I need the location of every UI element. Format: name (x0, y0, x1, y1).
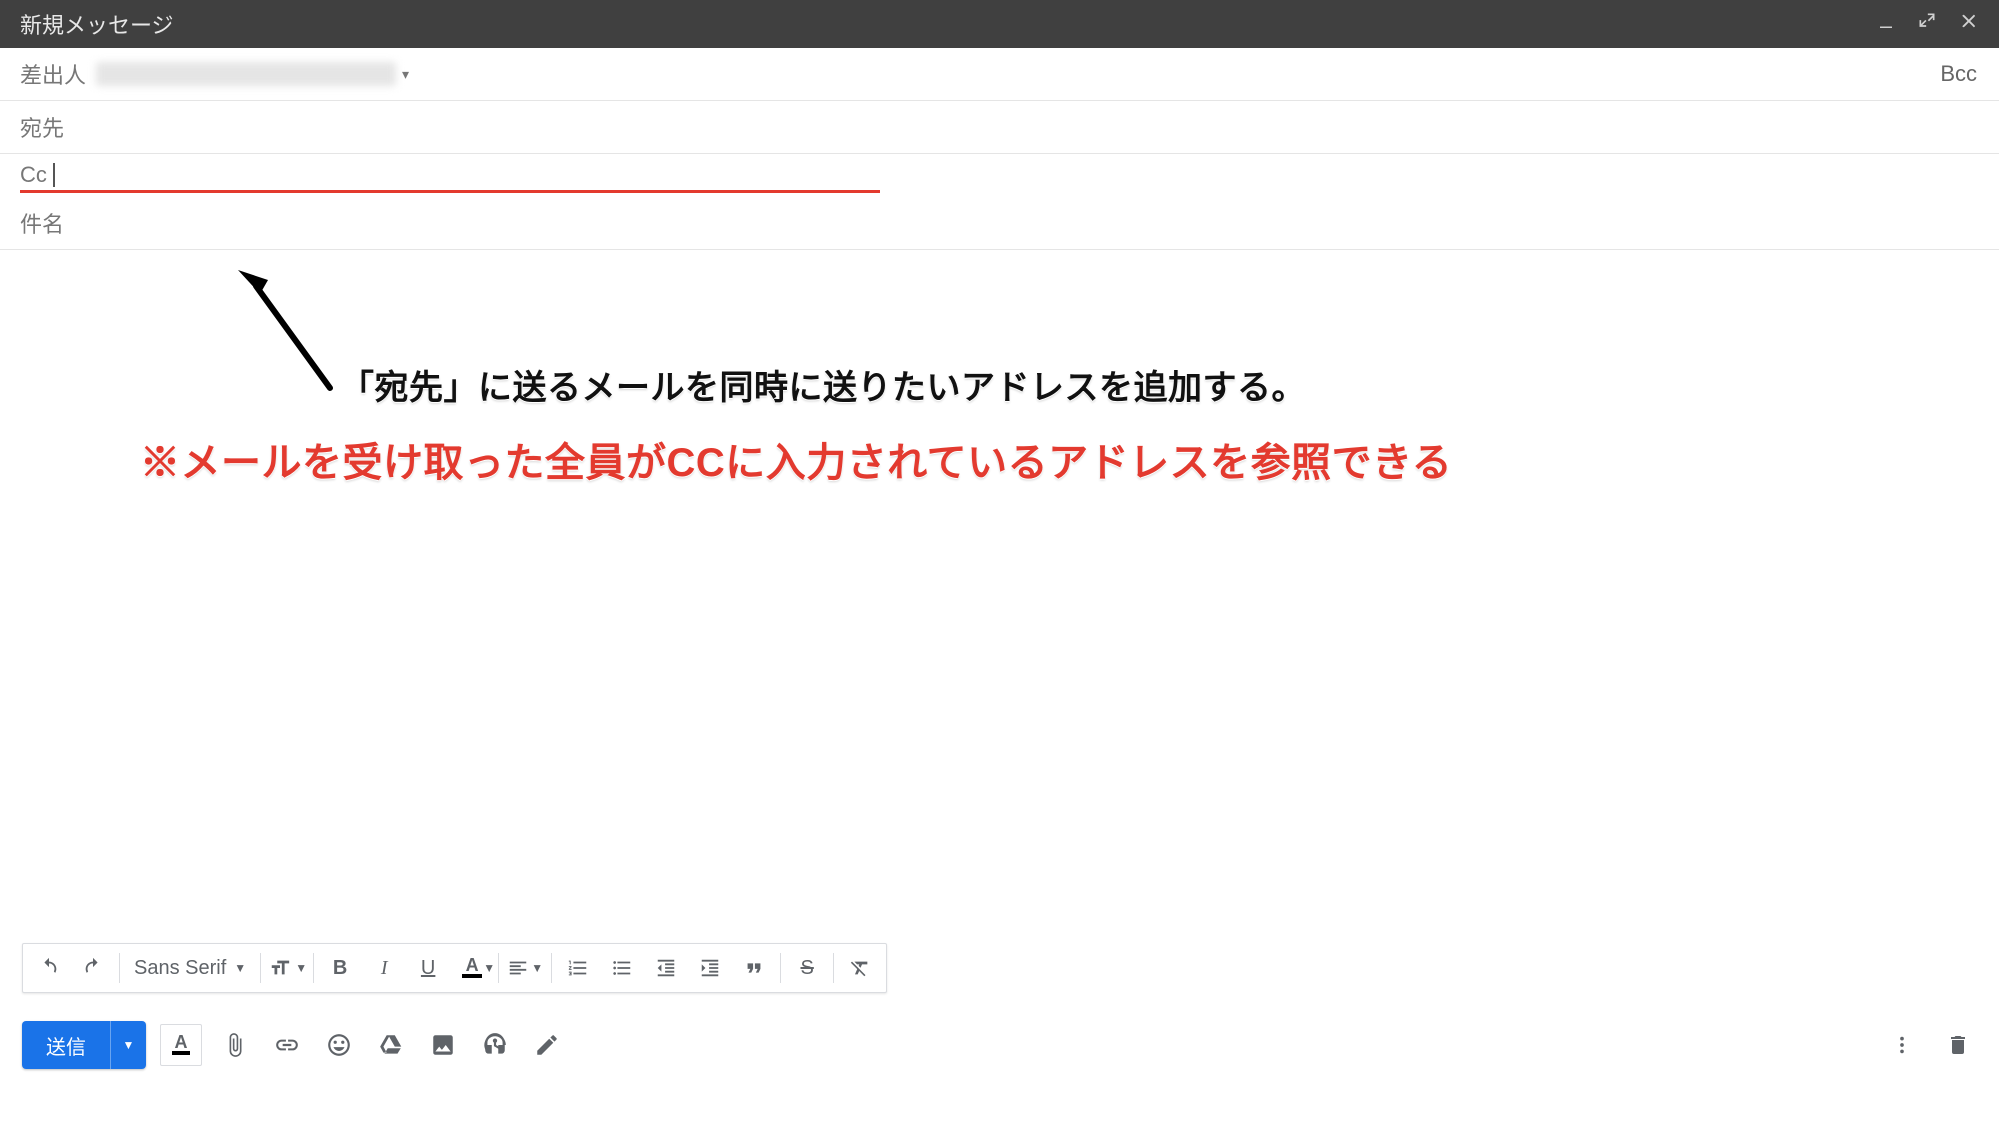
compose-action-bar: 送信 ▼ A (0, 1005, 1999, 1085)
insert-drive-button[interactable] (372, 1026, 410, 1064)
indent-decrease-button[interactable] (644, 948, 688, 988)
font-family-label: Sans Serif (134, 957, 226, 980)
chevron-down-icon: ▼ (483, 961, 495, 975)
minimize-icon[interactable] (1877, 11, 1895, 37)
formatting-toolbar: Sans Serif ▼ ▼ B I U A ▼ ▼ S (22, 943, 887, 993)
annotation-text-2: ※メールを受け取った全員がCCに入力されているアドレスを参照できる (140, 430, 1452, 488)
numbered-list-button[interactable] (556, 948, 600, 988)
to-row[interactable]: 宛先 (0, 101, 1999, 154)
toolbar-divider (551, 953, 552, 983)
annotation-text-1: 「宛先」に送るメールを同時に送りたいアドレスを追加する。 (340, 360, 1306, 409)
undo-button[interactable] (27, 948, 71, 988)
quote-button[interactable] (732, 948, 776, 988)
align-button[interactable]: ▼ (503, 948, 547, 988)
compose-titlebar: 新規メッセージ (0, 0, 1999, 48)
insert-signature-button[interactable] (528, 1026, 566, 1064)
bold-button[interactable]: B (318, 948, 362, 988)
font-size-button[interactable]: ▼ (265, 948, 309, 988)
text-color-bar (462, 974, 482, 978)
send-button[interactable]: 送信 (22, 1021, 110, 1069)
chevron-down-icon: ▼ (295, 961, 307, 975)
text-color-button[interactable]: A ▼ (450, 948, 494, 988)
from-dropdown-icon[interactable]: ▾ (402, 66, 409, 83)
cc-highlight-underline (20, 190, 880, 193)
action-bar-left: 送信 ▼ A (22, 1021, 566, 1069)
confidential-mode-button[interactable] (476, 1026, 514, 1064)
toolbar-divider (833, 953, 834, 983)
italic-button[interactable]: I (362, 948, 406, 988)
popout-icon[interactable] (1917, 11, 1937, 37)
indent-increase-button[interactable] (688, 948, 732, 988)
cc-row[interactable]: Cc (0, 154, 1999, 188)
font-family-select[interactable]: Sans Serif ▼ (124, 957, 256, 980)
cc-text-cursor (53, 163, 55, 187)
bcc-toggle[interactable]: Bcc (1940, 61, 1977, 87)
header-fields: 差出人 ▾ Bcc 宛先 Cc 件名 (0, 48, 1999, 250)
discard-draft-button[interactable] (1939, 1026, 1977, 1064)
to-label: 宛先 (20, 111, 64, 143)
chevron-down-icon: ▼ (123, 1038, 135, 1052)
send-button-group: 送信 ▼ (22, 1021, 146, 1069)
cc-label: Cc (20, 162, 47, 188)
toolbar-divider (780, 953, 781, 983)
annotation-arrow-icon (238, 270, 348, 400)
send-options-button[interactable]: ▼ (110, 1021, 146, 1069)
compose-body[interactable]: 「宛先」に送るメールを同時に送りたいアドレスを追加する。 ※メールを受け取った全… (0, 250, 1999, 1130)
bulleted-list-button[interactable] (600, 948, 644, 988)
from-label: 差出人 (20, 58, 86, 90)
close-icon[interactable] (1959, 11, 1979, 37)
remove-formatting-button[interactable] (838, 948, 882, 988)
strikethrough-button[interactable]: S (785, 948, 829, 988)
compose-title: 新規メッセージ (20, 8, 174, 40)
redo-button[interactable] (71, 948, 115, 988)
insert-link-button[interactable] (268, 1026, 306, 1064)
chevron-down-icon: ▼ (234, 961, 246, 975)
more-options-button[interactable] (1883, 1026, 1921, 1064)
chevron-down-icon: ▼ (531, 961, 543, 975)
window-controls (1877, 11, 1979, 37)
toolbar-divider (313, 953, 314, 983)
subject-row[interactable]: 件名 (0, 197, 1999, 250)
insert-emoji-button[interactable] (320, 1026, 358, 1064)
text-color-letter: A (175, 1035, 188, 1049)
toolbar-divider (498, 953, 499, 983)
from-value-blurred[interactable] (96, 62, 396, 86)
text-color-bar (172, 1051, 190, 1055)
attach-file-button[interactable] (216, 1026, 254, 1064)
from-row: 差出人 ▾ Bcc (0, 48, 1999, 101)
toolbar-divider (119, 953, 120, 983)
insert-photo-button[interactable] (424, 1026, 462, 1064)
formatting-options-button[interactable]: A (160, 1024, 202, 1066)
underline-button[interactable]: U (406, 948, 450, 988)
subject-label: 件名 (20, 207, 64, 239)
text-color-letter: A (466, 958, 479, 972)
action-bar-right (1883, 1026, 1977, 1064)
toolbar-divider (260, 953, 261, 983)
